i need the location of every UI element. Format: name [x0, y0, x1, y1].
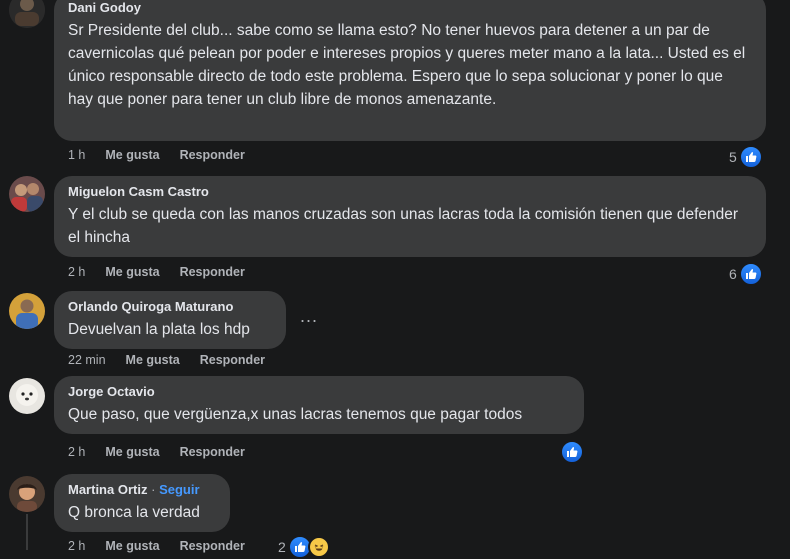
comment-actions: 1 h Me gusta Responder [68, 148, 245, 162]
reaction-count[interactable]: 2 [278, 535, 330, 559]
avatar[interactable] [9, 0, 45, 28]
comment-author[interactable]: Dani Godoy [68, 0, 752, 16]
comment-author[interactable]: Orlando Quiroga Maturano [68, 299, 272, 315]
comment-bubble: Martina Ortiz · Seguir Q bronca la verda… [54, 474, 230, 532]
reaction-count-number: 6 [729, 266, 737, 282]
comment-bubble: Miguelon Casm Castro Y el club se queda … [54, 176, 766, 257]
user-avatar-icon [9, 378, 45, 414]
user-avatar-icon [9, 0, 45, 28]
like-button[interactable]: Me gusta [126, 353, 180, 367]
user-avatar-icon [9, 476, 45, 512]
comment-actions: 2 h Me gusta Responder [68, 539, 245, 553]
comment-author[interactable]: Miguelon Casm Castro [68, 184, 752, 200]
user-avatar-icon [9, 293, 45, 329]
thumbs-up-icon [560, 440, 584, 464]
comment-actions: 2 h Me gusta Responder [68, 445, 245, 459]
thumbs-up-icon [738, 262, 763, 286]
avatar[interactable] [9, 176, 45, 212]
separator-dot: · [151, 482, 156, 497]
comment-actions: 22 min Me gusta Responder [68, 353, 265, 367]
follow-button[interactable]: Seguir [159, 482, 199, 497]
comment-bubble: Jorge Octavio Que paso, que vergüenza,x … [54, 376, 584, 434]
reply-button[interactable]: Responder [180, 445, 245, 459]
comment-text: Sr Presidente del club... sabe como se l… [68, 22, 746, 108]
thread-line [26, 514, 28, 550]
avatar[interactable] [9, 293, 45, 329]
comment-author[interactable]: Jorge Octavio [68, 384, 570, 400]
comment-bubble: Orlando Quiroga Maturano Devuelvan la pl… [54, 291, 286, 349]
thumbs-up-icon [738, 145, 763, 169]
comment-author-line: Martina Ortiz · Seguir [68, 482, 216, 498]
reaction-count[interactable]: 5 [729, 145, 763, 169]
like-button[interactable]: Me gusta [105, 265, 159, 279]
comment-time[interactable]: 1 h [68, 148, 85, 162]
comment-time[interactable]: 2 h [68, 539, 85, 553]
comment-text: Q bronca la verdad [68, 504, 200, 521]
reply-button[interactable]: Responder [200, 353, 265, 367]
like-button[interactable]: Me gusta [105, 445, 159, 459]
comment-actions: 2 h Me gusta Responder [68, 265, 245, 279]
comment-time[interactable]: 2 h [68, 445, 85, 459]
avatar[interactable] [9, 378, 45, 414]
user-avatar-icon [9, 176, 45, 212]
reaction-count-number: 2 [278, 539, 286, 555]
comment-bubble: Dani Godoy Sr Presidente del club... sab… [54, 0, 766, 141]
reaction-count-number: 5 [729, 149, 737, 165]
reply-button[interactable]: Responder [180, 539, 245, 553]
comment-text: Y el club se queda con las manos cruzada… [68, 206, 739, 246]
like-button[interactable]: Me gusta [105, 148, 159, 162]
comment-text: Que paso, que vergüenza,x unas lacras te… [68, 406, 523, 423]
like-button[interactable]: Me gusta [105, 539, 159, 553]
comment-author[interactable]: Martina Ortiz [68, 482, 147, 497]
more-options-button[interactable]: ... [300, 306, 318, 327]
reply-button[interactable]: Responder [180, 265, 245, 279]
avatar[interactable] [9, 476, 45, 512]
comment-text: Devuelvan la plata los hdp [68, 321, 250, 338]
haha-emoji-icon [307, 536, 330, 558]
comment-time[interactable]: 2 h [68, 265, 85, 279]
reply-button[interactable]: Responder [180, 148, 245, 162]
reaction-count[interactable]: 6 [729, 262, 763, 286]
comment-time[interactable]: 22 min [68, 353, 106, 367]
reaction-count[interactable] [560, 440, 584, 464]
